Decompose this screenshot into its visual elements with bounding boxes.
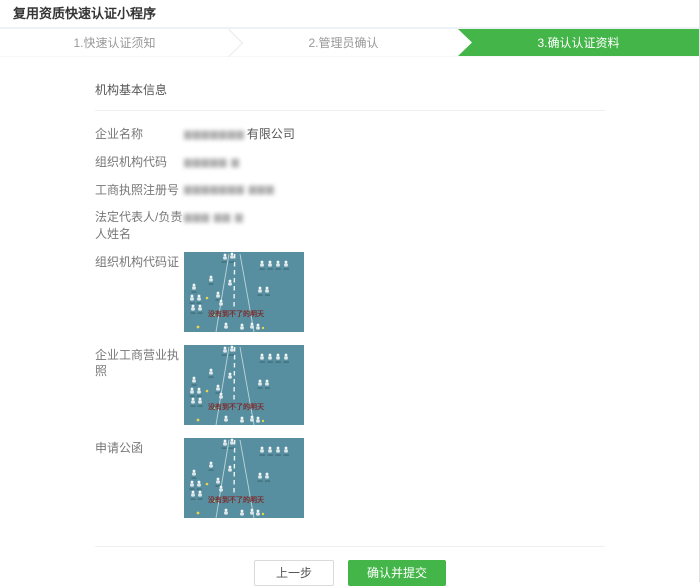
field-legal-representative: 法定代表人/负责人姓名 ▆▆▆ ▆▆ ▆ xyxy=(95,208,605,243)
field-company-name: 企业名称 ▆▆▆▆▆▆▆有限公司 xyxy=(95,125,605,144)
step-1-quick-cert-notice: 1.快速认证须知 xyxy=(0,29,229,56)
redacted-value: ▆▆▆▆▆ ▆ xyxy=(184,157,240,168)
step-3-confirm-materials: 3.确认认证资料 xyxy=(458,29,699,56)
attachment-org-code-cert: 组织机构代码证 xyxy=(95,252,605,332)
field-value: ▆▆▆▆▆▆▆有限公司 xyxy=(184,125,295,144)
field-label: 工商执照注册号 xyxy=(95,181,184,199)
application-letter-image[interactable] xyxy=(184,438,304,518)
org-code-certificate-image[interactable] xyxy=(184,252,304,332)
page-title: 复用资质快速认证小程序 xyxy=(0,0,699,29)
attachment-label: 企业工商营业执照 xyxy=(95,345,184,379)
step-2-label: 2.管理员确认 xyxy=(308,34,378,51)
section-title: 机构基本信息 xyxy=(95,81,605,111)
field-value: ▆▆▆▆▆▆▆ ▆▆▆ xyxy=(184,181,275,200)
attachment-label: 申请公函 xyxy=(95,438,184,456)
attachment-label: 组织机构代码证 xyxy=(95,252,184,270)
field-list: 企业名称 ▆▆▆▆▆▆▆有限公司 组织机构代码 ▆▆▆▆▆ ▆ 工商执照注册号 … xyxy=(95,125,605,243)
redacted-value: ▆▆▆▆▆▆▆ xyxy=(184,129,245,140)
field-label: 企业名称 xyxy=(95,125,184,143)
field-label: 组织机构代码 xyxy=(95,153,184,171)
redacted-value: ▆▆▆▆▆▆▆ ▆▆▆ xyxy=(184,184,275,195)
org-basic-info-section: 机构基本信息 企业名称 ▆▆▆▆▆▆▆有限公司 组织机构代码 ▆▆▆▆▆ ▆ 工… xyxy=(95,81,605,518)
step-3-label: 3.确认认证资料 xyxy=(537,34,619,51)
footer-divider xyxy=(95,546,605,547)
field-business-license-no: 工商执照注册号 ▆▆▆▆▆▆▆ ▆▆▆ xyxy=(95,181,605,200)
value-visible-suffix: 有限公司 xyxy=(247,127,295,141)
business-license-image[interactable] xyxy=(184,345,304,425)
step-1-label: 1.快速认证须知 xyxy=(73,34,155,51)
attachment-application-letter: 申请公函 xyxy=(95,438,605,518)
wizard-steps: 1.快速认证须知 2.管理员确认 3.确认认证资料 xyxy=(0,29,699,57)
step-2-admin-confirm: 2.管理员确认 xyxy=(229,29,458,56)
field-label: 法定代表人/负责人姓名 xyxy=(95,208,184,243)
previous-step-button[interactable]: 上一步 xyxy=(254,560,334,586)
field-value: ▆▆▆ ▆▆ ▆ xyxy=(184,208,244,227)
field-org-code: 组织机构代码 ▆▆▆▆▆ ▆ xyxy=(95,153,605,172)
action-bar: 上一步 确认并提交 xyxy=(95,560,605,586)
redacted-value: ▆▆▆ ▆▆ ▆ xyxy=(184,212,244,223)
confirm-submit-button[interactable]: 确认并提交 xyxy=(348,560,446,586)
field-value: ▆▆▆▆▆ ▆ xyxy=(184,153,240,172)
attachment-business-license: 企业工商营业执照 xyxy=(95,345,605,425)
